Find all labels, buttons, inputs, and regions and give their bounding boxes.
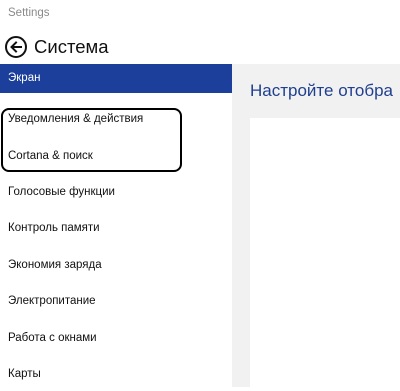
content-panel: [250, 118, 400, 387]
sidebar-item-storage[interactable]: Контроль памяти: [0, 211, 232, 245]
sidebar-item-multitasking[interactable]: Работа с окнами: [0, 321, 232, 355]
sidebar-item-cortana[interactable]: Cortana & поиск: [0, 139, 232, 173]
sidebar-item-voice[interactable]: Голосовые функции: [0, 175, 232, 209]
sidebar-item-maps[interactable]: Карты: [0, 357, 232, 391]
page-title: Система: [34, 36, 109, 57]
back-button[interactable]: [5, 36, 27, 58]
content-heading: Настройте отобра: [250, 81, 393, 100]
sidebar-item-notifications[interactable]: Уведомления & действия: [0, 102, 232, 136]
sidebar-item-screen[interactable]: Экран: [0, 64, 232, 93]
sidebar-item-battery-saver[interactable]: Экономия заряда: [0, 248, 232, 282]
main-content: Настройте отобра: [232, 64, 400, 387]
title-bar: Settings: [0, 0, 400, 30]
sidebar-item-power[interactable]: Электропитание: [0, 284, 232, 318]
sidebar: Экран Уведомления & действия Cortana & п…: [0, 64, 232, 387]
window-title: Settings: [8, 7, 50, 19]
arrow-left-icon: [10, 41, 22, 53]
page-header: Система: [0, 30, 400, 64]
